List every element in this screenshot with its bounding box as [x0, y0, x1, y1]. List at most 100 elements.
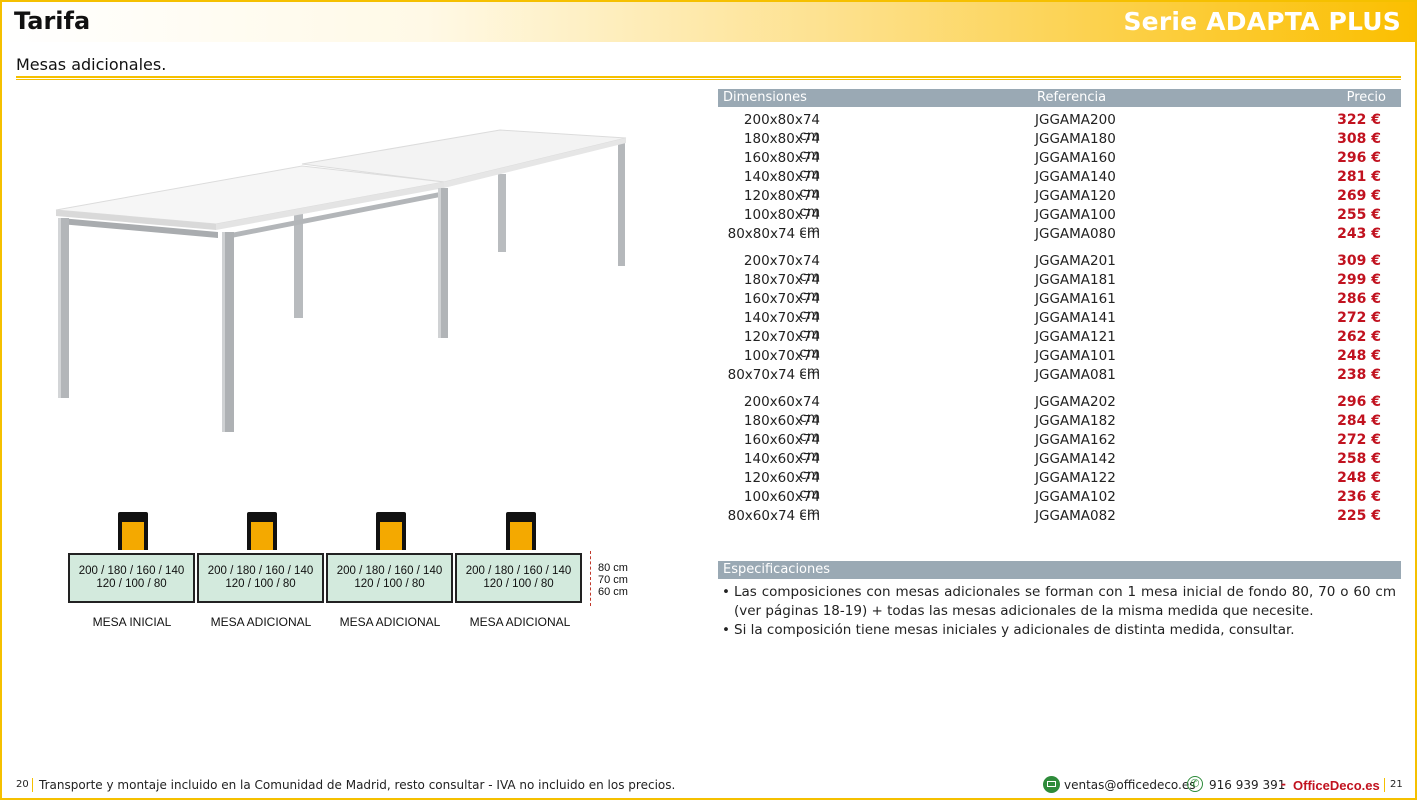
reference-cell: JGGAMA122 — [1035, 470, 1116, 486]
phone-icon: ✆ — [1187, 776, 1203, 792]
price-cell: 248 € — [1337, 470, 1381, 486]
footer-divider — [32, 778, 33, 792]
price-cell: 272 € — [1337, 310, 1381, 326]
price-cell: 296 € — [1337, 150, 1381, 166]
series-name: Serie ADAPTA PLUS — [1123, 7, 1401, 36]
reference-cell: JGGAMA161 — [1035, 291, 1116, 307]
table-row: 80x60x74 cm JGGAMA082 225 € — [718, 508, 1401, 527]
page-number-right: 21 — [1390, 779, 1403, 790]
column-header-price: Precio — [1346, 90, 1386, 105]
product-image — [55, 129, 627, 432]
desk-additional: 200 / 180 / 160 / 140 120 / 100 / 80 — [326, 553, 453, 603]
reference-cell: JGGAMA181 — [1035, 272, 1116, 288]
column-header-dimensions: Dimensiones — [723, 90, 807, 105]
desk-label: MESA ADICIONAL — [469, 615, 571, 629]
reference-cell: JGGAMA202 — [1035, 394, 1116, 410]
table-row: 160x70x74 cm JGGAMA161 286 € — [718, 291, 1401, 323]
reference-cell: JGGAMA162 — [1035, 432, 1116, 448]
reference-cell: JGGAMA182 — [1035, 413, 1116, 429]
reference-cell: JGGAMA120 — [1035, 188, 1116, 204]
chair-icon — [247, 512, 277, 550]
brand-link[interactable]: OfficeDeco.es — [1293, 778, 1380, 793]
reference-cell: JGGAMA140 — [1035, 169, 1116, 185]
email-icon — [1043, 776, 1060, 793]
chair-icon — [118, 512, 148, 550]
desk-widths-2: 120 / 100 / 80 — [96, 578, 167, 590]
reference-cell: JGGAMA200 — [1035, 112, 1116, 128]
price-cell: 258 € — [1337, 451, 1381, 467]
price-cell: 299 € — [1337, 272, 1381, 288]
price-cell: 255 € — [1337, 207, 1381, 223]
reference-cell: JGGAMA160 — [1035, 150, 1116, 166]
table-row: 140x60x74 cm JGGAMA142 258 € — [718, 451, 1401, 483]
footer-note: Transporte y montaje incluido en la Comu… — [39, 778, 676, 792]
page-title: Tarifa — [14, 7, 91, 35]
table-row: 200x60x74 cm JGGAMA202 296 € — [718, 394, 1401, 426]
reference-cell: JGGAMA081 — [1035, 367, 1116, 383]
page-footer: 20 Transporte y montaje incluido en la C… — [0, 776, 1417, 796]
reference-cell: JGGAMA080 — [1035, 226, 1116, 242]
subtitle-rule — [16, 76, 1401, 78]
price-cell: 243 € — [1337, 226, 1381, 242]
subtitle-rule-thin — [16, 79, 1401, 80]
dimension-cell: 80x70x74 cm — [727, 367, 820, 383]
depth-label: 80 cm — [598, 562, 628, 574]
spec-item: Si la composición tiene mesas iniciales … — [722, 621, 1396, 640]
dimension-cell: 80x60x74 cm — [727, 508, 820, 524]
desk-label: MESA ADICIONAL — [339, 615, 441, 629]
table-row: 120x70x74 cm JGGAMA121 262 € — [718, 329, 1401, 361]
price-cell: 225 € — [1337, 508, 1381, 524]
section-subtitle: Mesas adicionales. — [16, 55, 167, 74]
depth-label: 70 cm — [598, 574, 628, 586]
table-row: 200x70x74 cm JGGAMA201 309 € — [718, 253, 1401, 285]
desk-widths: 200 / 180 / 160 / 140 — [336, 565, 443, 577]
footer-dash: - — [1281, 777, 1286, 791]
desk-widths-2: 120 / 100 / 80 — [225, 578, 296, 590]
price-cell: 309 € — [1337, 253, 1381, 269]
price-cell: 236 € — [1337, 489, 1381, 505]
table-row: 100x70x74 cm JGGAMA101 248 € — [718, 348, 1401, 380]
specs-heading: Especificaciones — [723, 562, 831, 577]
page-header: Tarifa Serie ADAPTA PLUS — [2, 2, 1415, 42]
reference-cell: JGGAMA102 — [1035, 489, 1116, 505]
reference-cell: JGGAMA101 — [1035, 348, 1116, 364]
desk-additional: 200 / 180 / 160 / 140 120 / 100 / 80 — [197, 553, 324, 603]
specs-header: Especificaciones — [718, 561, 1401, 579]
footer-divider — [1384, 778, 1385, 792]
price-cell: 322 € — [1337, 112, 1381, 128]
depth-label: 60 cm — [598, 586, 628, 598]
desk-widths-2: 120 / 100 / 80 — [483, 578, 554, 590]
table-row: 120x80x74 cm JGGAMA120 269 € — [718, 188, 1401, 220]
price-cell: 272 € — [1337, 432, 1381, 448]
desk-additional: 200 / 180 / 160 / 140 120 / 100 / 80 — [455, 553, 582, 603]
depth-dimension-line — [590, 551, 591, 606]
reference-cell: JGGAMA142 — [1035, 451, 1116, 467]
price-cell: 269 € — [1337, 188, 1381, 204]
page-number-left: 20 — [16, 779, 29, 790]
table-row: 200x80x74 cm JGGAMA200 322 € — [718, 112, 1401, 144]
reference-cell: JGGAMA141 — [1035, 310, 1116, 326]
table-row: 80x80x74 cm JGGAMA080 243 € — [718, 226, 1401, 245]
desk-widths: 200 / 180 / 160 / 140 — [465, 565, 572, 577]
table-row: 100x80x74 cm JGGAMA100 255 € — [718, 207, 1401, 239]
column-header-reference: Referencia — [1037, 90, 1107, 105]
table-row: 180x60x74 cm JGGAMA182 284 € — [718, 413, 1401, 445]
dimension-cell: 80x80x74 cm — [727, 226, 820, 242]
price-cell: 296 € — [1337, 394, 1381, 410]
price-cell: 308 € — [1337, 131, 1381, 147]
spec-item: Las composiciones con mesas adicionales … — [722, 583, 1396, 621]
price-cell: 262 € — [1337, 329, 1381, 345]
table-row: 140x80x74 cm JGGAMA140 281 € — [718, 169, 1401, 201]
price-cell: 286 € — [1337, 291, 1381, 307]
desk-initial: 200 / 180 / 160 / 140 120 / 100 / 80 — [68, 553, 195, 603]
desk-label: MESA INICIAL — [92, 615, 172, 629]
contact-email[interactable]: ventas@officedeco.es — [1064, 778, 1196, 792]
desk-widths-2: 120 / 100 / 80 — [354, 578, 425, 590]
reference-cell: JGGAMA082 — [1035, 508, 1116, 524]
table-row: 160x60x74 cm JGGAMA162 272 € — [718, 432, 1401, 464]
chair-icon — [376, 512, 406, 550]
reference-cell: JGGAMA100 — [1035, 207, 1116, 223]
reference-cell: JGGAMA180 — [1035, 131, 1116, 147]
contact-phone[interactable]: 916 939 391 — [1209, 778, 1285, 792]
table-row: 160x80x74 cm JGGAMA160 296 € — [718, 150, 1401, 182]
